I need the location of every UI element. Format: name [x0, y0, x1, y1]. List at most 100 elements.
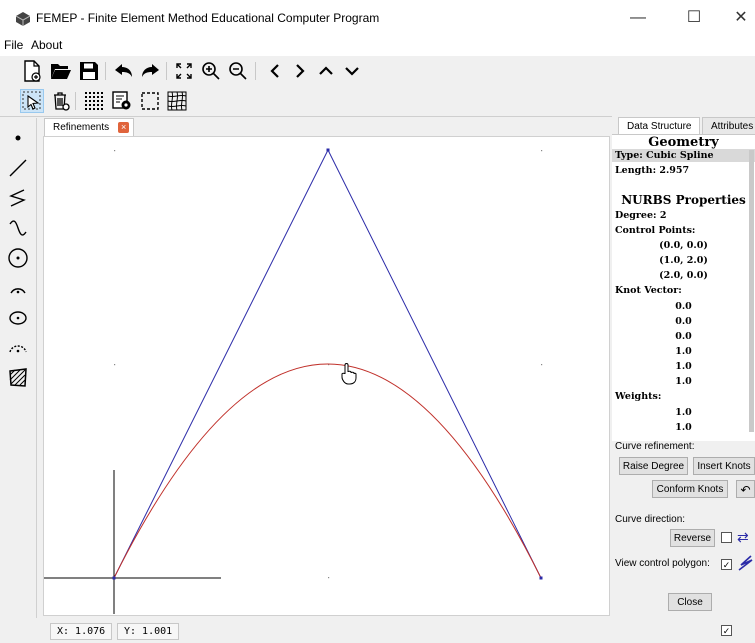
elliptic-arc-icon [9, 345, 27, 353]
x-coordinate-readout: X: 1.076 [50, 623, 113, 640]
chevron-left-icon [270, 64, 279, 78]
mesh-button[interactable] [165, 89, 189, 113]
y-coordinate-readout: Y: 1.001 [117, 623, 180, 640]
open-file-button[interactable] [49, 59, 73, 83]
conform-knots-button[interactable]: Conform Knots [652, 480, 728, 498]
trash-icon [54, 92, 70, 111]
region-button[interactable] [138, 89, 162, 113]
redo-icon [142, 64, 159, 77]
folder-open-icon [51, 64, 71, 79]
control-points-label: Control Points: [615, 225, 696, 236]
menu-about[interactable]: About [31, 38, 62, 52]
knot-value: 1.0 [675, 376, 692, 387]
status-checkbox[interactable]: ✓ [721, 625, 732, 636]
grid-icon [85, 92, 103, 110]
spline-tool[interactable] [6, 216, 30, 240]
select-tool-button[interactable] [20, 89, 44, 113]
main-toolbar [0, 56, 755, 87]
pan-down-button[interactable] [340, 59, 364, 83]
tab-refinements[interactable]: Refinements × [44, 118, 135, 137]
nurbs-curve[interactable] [113, 363, 542, 579]
tab-refinements-label: Refinements [53, 122, 110, 133]
properties-scrollbar[interactable] [749, 150, 754, 432]
arc-tool[interactable] [6, 276, 30, 300]
nurbs-degree: Degree: 2 [615, 210, 667, 221]
maximize-button[interactable]: ☐ [674, 6, 714, 30]
zoom-in-button[interactable] [199, 59, 223, 83]
geometry-type: Type: Cubic Spline [615, 150, 714, 161]
spline-icon [9, 220, 27, 236]
chevron-right-icon [296, 64, 305, 78]
knot-value: 0.0 [675, 301, 692, 312]
chevron-up-icon [319, 66, 333, 75]
settings-gear-icon [112, 91, 131, 110]
raise-degree-button[interactable]: Raise Degree [619, 457, 688, 475]
direction-checkbox[interactable] [721, 532, 732, 543]
pan-up-button[interactable] [314, 59, 338, 83]
app-logo-icon [16, 12, 30, 26]
settings-button[interactable] [110, 89, 134, 113]
polyline-tool[interactable] [6, 186, 30, 210]
circle-tool[interactable] [6, 246, 30, 270]
drawing-area[interactable] [44, 137, 609, 615]
delete-button[interactable] [49, 89, 73, 113]
region-tool[interactable] [6, 366, 30, 390]
edit-toolbar [0, 86, 755, 117]
pan-right-button[interactable] [288, 59, 312, 83]
view-control-polygon-label: View control polygon: [615, 558, 710, 569]
arc-icon [10, 288, 26, 294]
undo-icon [115, 64, 132, 77]
view-control-polygon-checkbox[interactable]: ✓ [721, 559, 732, 570]
knot-value: 1.0 [675, 361, 692, 372]
undo-button[interactable] [112, 59, 136, 83]
insert-knots-button[interactable]: Insert Knots [693, 457, 755, 475]
zoom-in-icon [202, 62, 220, 80]
chevron-down-icon [345, 67, 359, 76]
control-point[interactable] [326, 148, 330, 152]
save-icon [80, 62, 98, 80]
polyline-icon [9, 189, 26, 207]
zoom-out-icon [229, 62, 247, 80]
tab-attributes[interactable]: Attributes [702, 117, 755, 135]
select-cursor-icon [22, 91, 41, 110]
knot-value: 0.0 [675, 316, 692, 327]
close-window-button[interactable]: ✕ [721, 6, 755, 30]
circle-icon [8, 248, 28, 268]
weights-label: Weights: [615, 391, 662, 402]
line-icon [9, 159, 27, 177]
elliptic-arc-tool[interactable] [6, 336, 30, 360]
save-button[interactable] [77, 59, 101, 83]
control-point-value: (2.0, 0.0) [659, 270, 708, 281]
line-tool[interactable] [6, 156, 30, 180]
menu-bar: File About [0, 36, 755, 56]
swap-direction-icon: ⇄ [737, 529, 749, 545]
control-point-value: (0.0, 0.0) [659, 240, 708, 251]
pan-left-button[interactable] [263, 59, 287, 83]
curve-refinement-label: Curve refinement: [615, 441, 695, 452]
grid-button[interactable] [82, 89, 106, 113]
control-point-value: (1.0, 2.0) [659, 255, 708, 266]
tab-data-structure[interactable]: Data Structure [618, 117, 701, 135]
point-tool[interactable] [6, 126, 30, 150]
knot-value: 0.0 [675, 331, 692, 342]
ellipse-tool[interactable] [6, 306, 30, 330]
point-icon [15, 135, 21, 141]
fit-view-button[interactable] [172, 59, 196, 83]
new-file-button[interactable] [20, 59, 44, 83]
new-file-icon [24, 60, 41, 82]
drawing-canvas[interactable] [43, 136, 610, 616]
zoom-out-button[interactable] [226, 59, 250, 83]
tab-close-icon[interactable]: × [118, 122, 130, 133]
control-point[interactable] [539, 576, 543, 580]
nurbs-header: NURBS Properties [621, 193, 746, 207]
geometry-header: Geometry [648, 135, 719, 150]
window-title: FEMEP - Finite Element Method Educationa… [36, 11, 380, 25]
weight-value: 1.0 [675, 422, 692, 433]
redo-button[interactable] [138, 59, 162, 83]
menu-file[interactable]: File [4, 38, 23, 52]
close-button[interactable]: Close [668, 593, 712, 611]
control-point[interactable] [112, 576, 116, 580]
undo-refinement-button[interactable]: ↶ [736, 480, 755, 498]
reverse-button[interactable]: Reverse [670, 529, 715, 547]
minimize-button[interactable]: — [618, 6, 658, 30]
